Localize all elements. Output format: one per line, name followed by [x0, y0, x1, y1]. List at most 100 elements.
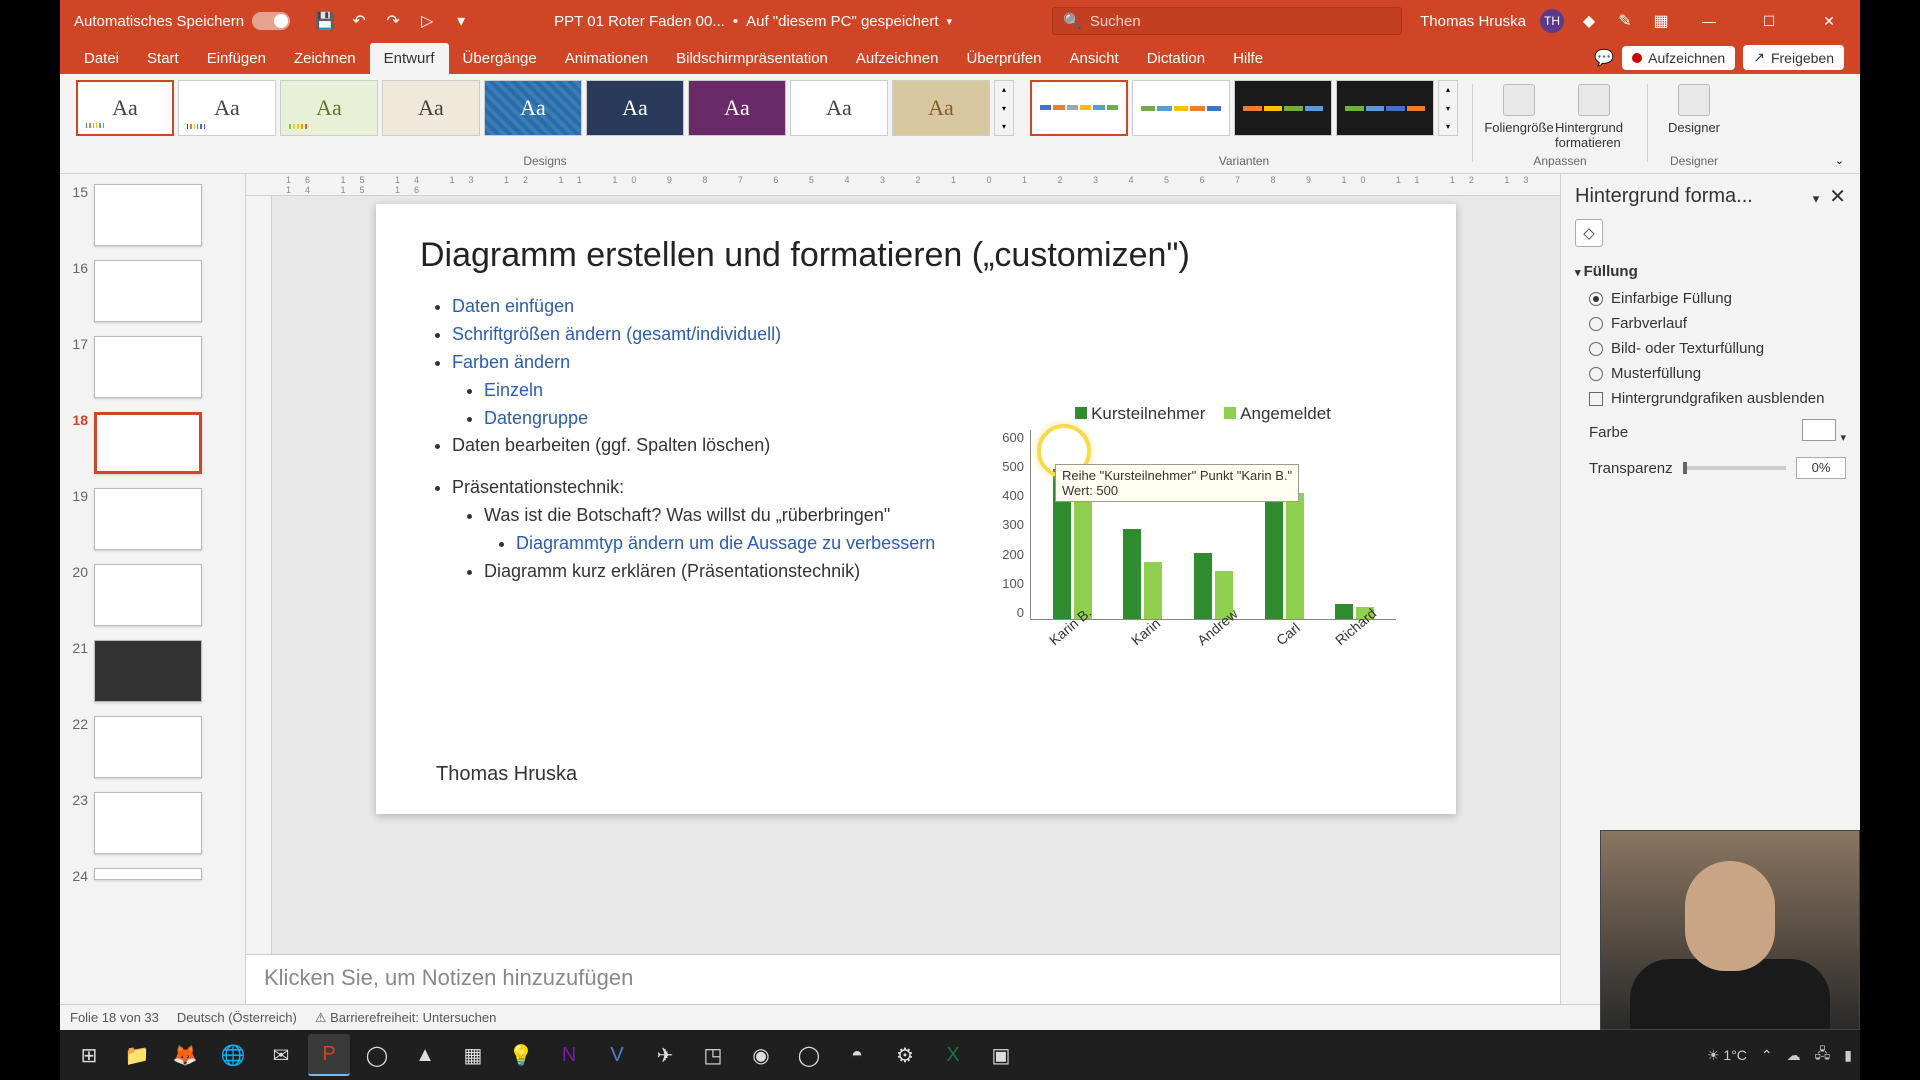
chart[interactable]: Kursteilnehmer Angemeldet 60050040030020… [996, 404, 1396, 664]
chart-bar[interactable] [1123, 529, 1141, 619]
color-picker[interactable] [1802, 419, 1836, 441]
tab-animationen[interactable]: Animationen [551, 43, 662, 74]
bar-group[interactable] [1123, 529, 1162, 619]
language-indicator[interactable]: Deutsch (Österreich) [177, 1010, 297, 1025]
share-button[interactable]: ↗Freigeben [1743, 45, 1844, 70]
record-button[interactable]: Aufzeichnen [1622, 46, 1735, 70]
firefox-icon[interactable]: 🦊 [164, 1034, 206, 1076]
design-theme[interactable]: Aa [790, 80, 888, 136]
tab-uebergaenge[interactable]: Übergänge [449, 43, 551, 74]
maximize-button[interactable]: ☐ [1746, 0, 1792, 42]
app-icon[interactable]: ▣ [980, 1034, 1022, 1076]
designer-button[interactable]: Designer [1662, 80, 1726, 135]
telegram-icon[interactable]: ✈ [644, 1034, 686, 1076]
slide-thumbnail[interactable] [94, 336, 202, 398]
tab-datei[interactable]: Datei [70, 43, 133, 74]
slide-thumbnail[interactable] [94, 564, 202, 626]
file-explorer-icon[interactable]: 📁 [116, 1034, 158, 1076]
diamond-icon[interactable]: ◆ [1578, 10, 1600, 32]
app-icon[interactable]: ▦ [452, 1034, 494, 1076]
variant-theme[interactable] [1132, 80, 1230, 136]
tab-zeichnen[interactable]: Zeichnen [280, 43, 370, 74]
variant-theme[interactable] [1336, 80, 1434, 136]
app-icon[interactable]: ◓ [836, 1034, 878, 1076]
slide-thumbnail[interactable] [94, 488, 202, 550]
chart-bar[interactable] [1335, 604, 1353, 619]
chart-bar[interactable] [1074, 493, 1092, 619]
user-avatar[interactable]: TH [1540, 9, 1564, 33]
app-icon[interactable]: ◯ [356, 1034, 398, 1076]
slide-thumbnail[interactable] [94, 792, 202, 854]
settings-icon[interactable]: ⚙ [884, 1034, 926, 1076]
tab-hilfe[interactable]: Hilfe [1219, 43, 1277, 74]
transparency-slider[interactable] [1683, 466, 1786, 470]
tab-ansicht[interactable]: Ansicht [1056, 43, 1133, 74]
design-theme[interactable]: Aa [586, 80, 684, 136]
chart-bar[interactable] [1144, 562, 1162, 619]
fill-option-solid[interactable]: Einfarbige Füllung [1589, 286, 1846, 311]
redo-icon[interactable]: ↷ [382, 10, 404, 32]
start-button[interactable]: ⊞ [68, 1034, 110, 1076]
app-icon[interactable]: ◳ [692, 1034, 734, 1076]
slide-thumbnail[interactable] [94, 716, 202, 778]
variant-theme[interactable] [1234, 80, 1332, 136]
vlc-icon[interactable]: ▲ [404, 1034, 446, 1076]
calendar-icon[interactable]: ▦ [1650, 10, 1672, 32]
more-icon[interactable]: ▾ [450, 10, 472, 32]
slide-thumbnail[interactable] [94, 868, 202, 880]
bar-group[interactable] [1265, 487, 1304, 619]
comments-icon[interactable]: 💬 [1594, 48, 1614, 68]
collapse-ribbon-icon[interactable]: ⌄ [1829, 148, 1850, 173]
fill-option-pattern[interactable]: Musterfüllung [1589, 361, 1846, 386]
powerpoint-icon[interactable]: P [308, 1034, 350, 1076]
app-icon[interactable]: 💡 [500, 1034, 542, 1076]
pen-icon[interactable]: ✎ [1614, 10, 1636, 32]
chrome-icon[interactable]: 🌐 [212, 1034, 254, 1076]
tab-bildschirmpraesentation[interactable]: Bildschirmpräsentation [662, 43, 842, 74]
slide-thumbnail[interactable] [94, 640, 202, 702]
design-theme[interactable]: Aa [76, 80, 174, 136]
variants-more[interactable]: ▴▾▾ [1438, 80, 1458, 136]
tray-network-icon[interactable]: 🖧 [1815, 1043, 1831, 1067]
weather-widget[interactable]: ☀ 1°C [1707, 1047, 1747, 1064]
notes-pane[interactable]: Klicken Sie, um Notizen hinzuzufügen [246, 954, 1560, 1004]
present-icon[interactable]: ▷ [416, 10, 438, 32]
chart-bar[interactable] [1194, 553, 1212, 619]
design-theme[interactable]: Aa [178, 80, 276, 136]
app-icon[interactable]: ◯ [788, 1034, 830, 1076]
design-theme[interactable]: Aa [688, 80, 786, 136]
slide-canvas[interactable]: Diagramm erstellen und formatieren („cus… [376, 204, 1456, 814]
tray-cloud-icon[interactable]: ☁ [1787, 1047, 1801, 1064]
app-icon[interactable]: ◉ [740, 1034, 782, 1076]
tab-einfuegen[interactable]: Einfügen [193, 43, 280, 74]
fill-option-gradient[interactable]: Farbverlauf [1589, 311, 1846, 336]
design-theme[interactable]: Aa [892, 80, 990, 136]
slide-counter[interactable]: Folie 18 von 33 [70, 1010, 159, 1025]
tray-chevron-icon[interactable]: ⌃ [1761, 1047, 1773, 1064]
slide-title[interactable]: Diagramm erstellen und formatieren („cus… [420, 236, 1412, 275]
fill-section-header[interactable]: Füllung [1575, 257, 1846, 286]
toggle-switch[interactable] [252, 12, 290, 30]
slide-size-button[interactable]: Foliengröße [1487, 80, 1551, 150]
slide-thumbnail-selected[interactable] [94, 412, 202, 474]
chart-bar[interactable] [1286, 493, 1304, 619]
slide-thumbnails-pane[interactable]: 15 16 17 18 19 20 21 22 23 24 [60, 174, 246, 1004]
slide-thumbnail[interactable] [94, 260, 202, 322]
excel-icon[interactable]: X [932, 1034, 974, 1076]
slide-thumbnail[interactable] [94, 184, 202, 246]
hide-bg-checkbox[interactable]: Hintergrundgrafiken ausblenden [1589, 386, 1846, 411]
design-theme[interactable]: Aa [484, 80, 582, 136]
variant-theme[interactable] [1030, 80, 1128, 136]
undo-icon[interactable]: ↶ [348, 10, 370, 32]
search-input[interactable]: 🔍 Suchen [1052, 7, 1402, 35]
save-icon[interactable]: 💾 [314, 10, 336, 32]
onenote-icon[interactable]: N [548, 1034, 590, 1076]
design-theme[interactable]: Aa [382, 80, 480, 136]
fill-option-picture[interactable]: Bild- oder Texturfüllung [1589, 336, 1846, 361]
design-theme[interactable]: Aa [280, 80, 378, 136]
app-icon[interactable]: V [596, 1034, 638, 1076]
file-name[interactable]: PPT 01 Roter Faden 00... [554, 13, 725, 30]
close-button[interactable]: ✕ [1806, 0, 1852, 42]
pane-close-icon[interactable]: ✕ [1829, 186, 1846, 208]
user-name[interactable]: Thomas Hruska [1420, 13, 1526, 30]
